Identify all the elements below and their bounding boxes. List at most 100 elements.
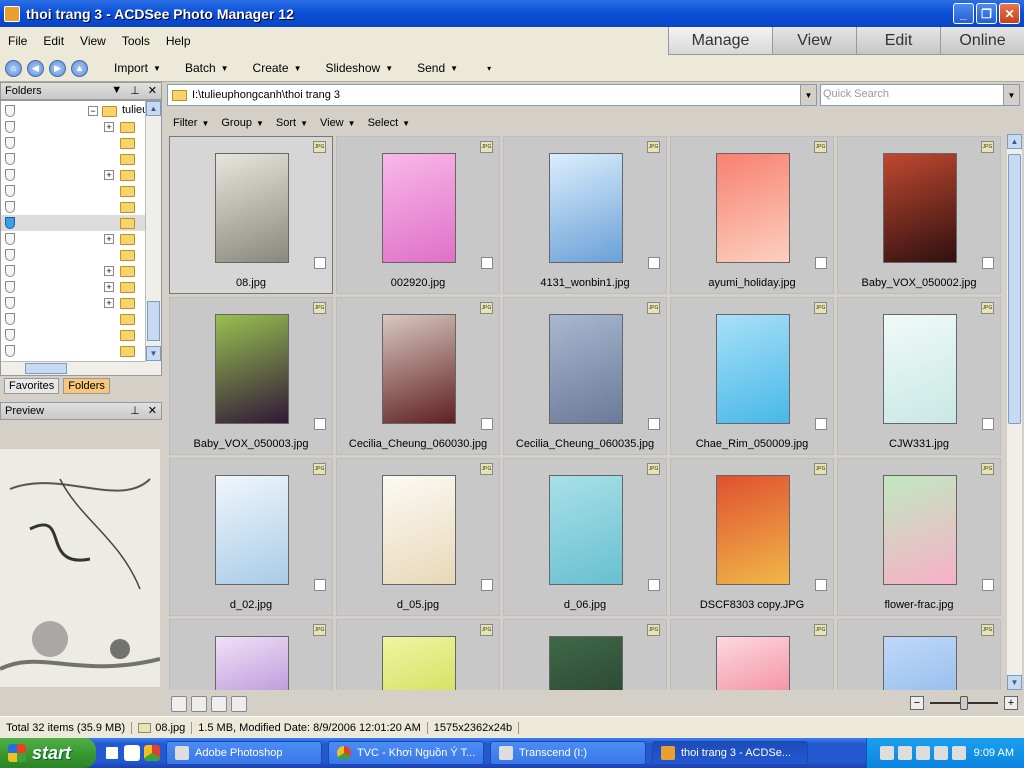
scroll-thumb[interactable] [1008, 154, 1021, 424]
task-photoshop[interactable]: Adobe Photoshop [166, 741, 322, 765]
folder-pin-icon[interactable] [5, 233, 15, 245]
filter-menu[interactable]: Filter ▼ [167, 117, 215, 129]
task-acdsee[interactable]: thoi trang 3 - ACDSe... [652, 741, 808, 765]
folder-tree-scrollbar[interactable]: ▲ ▼ [145, 101, 161, 375]
pane-close-icon[interactable]: ✕ [148, 404, 157, 417]
tab-view[interactable]: View [772, 27, 856, 55]
select-checkbox[interactable] [481, 418, 493, 430]
menu-help[interactable]: Help [158, 34, 199, 48]
folder-tree-row[interactable] [1, 183, 146, 199]
tab-online[interactable]: Online [940, 27, 1024, 55]
folder-pin-icon[interactable] [5, 249, 15, 261]
send-menu[interactable]: Send ▼ [405, 61, 470, 75]
select-checkbox[interactable] [815, 418, 827, 430]
rotate-right-icon[interactable] [211, 696, 227, 712]
quick-search-input[interactable]: Quick Search ▼ [820, 84, 1020, 106]
folder-pin-icon[interactable] [5, 313, 15, 325]
scroll-up-icon[interactable]: ▲ [1007, 134, 1022, 149]
batch-menu[interactable]: Batch ▼ [173, 61, 241, 75]
select-checkbox[interactable] [815, 257, 827, 269]
task-transcend[interactable]: Transcend (I:) [490, 741, 646, 765]
folder-pin-icon[interactable] [5, 153, 15, 165]
sort-menu[interactable]: Sort ▼ [270, 117, 314, 129]
thumbnail-item[interactable]: JPG flower-frac.jpg [837, 458, 1001, 616]
thumbnail-item[interactable]: JPG [336, 619, 500, 690]
thumbnail-item[interactable]: JPG [169, 619, 333, 690]
folder-pin-icon[interactable] [5, 265, 15, 277]
thumbnail-item[interactable]: JPG CJW331.jpg [837, 297, 1001, 455]
forward-icon[interactable]: ▶ [49, 59, 66, 77]
select-checkbox[interactable] [648, 257, 660, 269]
path-dropdown-icon[interactable]: ▼ [800, 85, 816, 105]
folder-tree-row[interactable] [1, 151, 146, 167]
thumbnail-item[interactable]: JPG Cecilia_Cheung_060035.jpg [503, 297, 667, 455]
tray-volume-icon[interactable] [951, 746, 966, 760]
group-menu[interactable]: Group ▼ [215, 117, 270, 129]
thumbnail-item[interactable]: JPG d_05.jpg [336, 458, 500, 616]
select-checkbox[interactable] [815, 579, 827, 591]
menu-view[interactable]: View [72, 34, 114, 48]
back-icon[interactable]: ◀ [27, 59, 44, 77]
folder-tree[interactable]: +++++++−tulieu ▲ ▼ [0, 100, 162, 376]
expand-icon[interactable]: + [104, 282, 114, 292]
rotate-left-icon[interactable] [191, 696, 207, 712]
select-checkbox[interactable] [314, 418, 326, 430]
folder-pin-icon[interactable] [5, 137, 15, 149]
start-button[interactable]: start [0, 738, 96, 768]
grid-scrollbar[interactable]: ▲ ▼ [1007, 134, 1022, 690]
folder-pin-icon[interactable] [5, 297, 15, 309]
folder-pin-icon[interactable] [5, 217, 15, 229]
scroll-up-icon[interactable]: ▲ [146, 101, 161, 116]
select-checkbox[interactable] [982, 418, 994, 430]
home-icon[interactable]: ⌂ [5, 59, 22, 77]
collapse-icon[interactable]: − [88, 106, 98, 116]
slideshow-menu[interactable]: Slideshow ▼ [314, 61, 406, 75]
thumbnail-item[interactable]: JPG d_02.jpg [169, 458, 333, 616]
select-checkbox[interactable] [314, 579, 326, 591]
thumbnail-item[interactable]: JPG Baby_VOX_050002.jpg [837, 136, 1001, 294]
slider-knob[interactable] [960, 696, 968, 710]
tab-manage[interactable]: Manage [668, 27, 772, 55]
expand-icon[interactable]: + [104, 122, 114, 132]
compare-icon[interactable] [231, 696, 247, 712]
expand-icon[interactable]: + [104, 170, 114, 180]
thumbnail-item[interactable]: JPG [670, 619, 834, 690]
folder-tree-row[interactable]: + [1, 231, 146, 247]
delete-icon[interactable] [171, 696, 187, 712]
select-checkbox[interactable] [481, 579, 493, 591]
folder-tree-row[interactable] [1, 247, 146, 263]
close-button[interactable]: ✕ [999, 3, 1020, 24]
pane-close-icon[interactable]: ✕ [148, 84, 157, 97]
select-checkbox[interactable] [648, 418, 660, 430]
folder-tree-row[interactable]: + [1, 263, 146, 279]
folder-tree-row[interactable]: + [1, 279, 146, 295]
thumbnail-item[interactable]: JPG Cecilia_Cheung_060030.jpg [336, 297, 500, 455]
create-menu[interactable]: Create ▼ [241, 61, 314, 75]
folder-pin-icon[interactable] [5, 201, 15, 213]
scroll-down-icon[interactable]: ▼ [1007, 675, 1022, 690]
folder-tree-row[interactable] [1, 311, 146, 327]
select-checkbox[interactable] [982, 579, 994, 591]
folder-tree-row[interactable]: + [1, 295, 146, 311]
up-icon[interactable]: ▲ [71, 59, 88, 77]
thumbnail-item[interactable]: JPG Baby_VOX_050003.jpg [169, 297, 333, 455]
select-checkbox[interactable] [982, 257, 994, 269]
folder-pin-icon[interactable] [5, 121, 15, 133]
path-bar[interactable]: I:\tulieuphongcanh\thoi trang 3 ▼ [167, 84, 817, 106]
thumbnail-item[interactable]: JPG d_06.jpg [503, 458, 667, 616]
restore-button[interactable]: ❐ [976, 3, 997, 24]
notepad-icon[interactable] [124, 745, 140, 761]
thumbnail-size-slider[interactable]: − + [910, 696, 1018, 710]
folder-pin-icon[interactable] [5, 185, 15, 197]
menu-edit[interactable]: Edit [35, 34, 72, 48]
import-menu[interactable]: Import ▼ [102, 61, 173, 75]
folder-tree-row[interactable]: + [1, 119, 146, 135]
folder-pin-icon[interactable] [5, 281, 15, 293]
pin-icon[interactable]: ⊥ [130, 404, 140, 417]
folder-pin-icon[interactable] [5, 105, 15, 117]
toolbar-overflow-icon[interactable]: ▾ [470, 64, 503, 73]
ie-icon[interactable] [104, 745, 120, 761]
chrome-icon[interactable] [144, 745, 160, 761]
folder-tree-row[interactable]: − tulieu [1, 103, 148, 119]
expand-icon[interactable]: + [104, 298, 114, 308]
